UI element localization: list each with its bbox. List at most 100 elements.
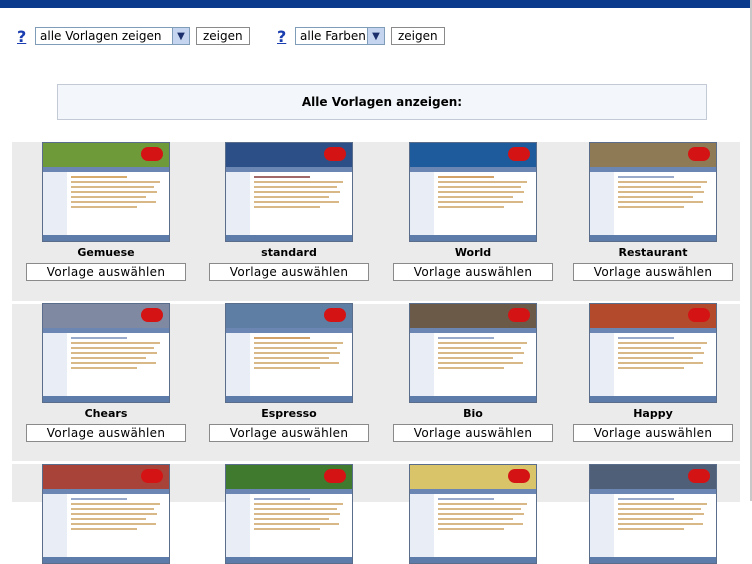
section-banner: Alle Vorlagen anzeigen:: [57, 84, 707, 120]
preview-sidebar: [410, 172, 434, 236]
preview-body: [254, 337, 348, 393]
preview-sidebar: [590, 494, 614, 558]
preview-footer: [226, 557, 352, 563]
template-preview-image[interactable]: [225, 464, 353, 564]
preview-sidebar: [43, 494, 67, 558]
show-templates-button[interactable]: zeigen: [196, 27, 250, 45]
template-name: Espresso: [261, 407, 317, 420]
preview-footer: [226, 396, 352, 402]
template-card: Bio Vorlage auswählen: [388, 303, 558, 442]
choose-template-button[interactable]: Vorlage auswählen: [209, 424, 369, 442]
logo-icon: [508, 469, 530, 483]
preview-sidebar: [410, 494, 434, 558]
preview-body: [618, 498, 712, 554]
preview-sidebar: [410, 333, 434, 397]
preview-body: [254, 176, 348, 232]
template-preview-image[interactable]: [42, 142, 170, 242]
preview-body: [254, 498, 348, 554]
preview-body: [618, 176, 712, 232]
color-select[interactable]: alle Farben ▼: [295, 27, 385, 45]
template-card: Chears Vorlage auswählen: [21, 303, 191, 442]
preview-footer: [590, 235, 716, 241]
template-preview-image[interactable]: [409, 142, 537, 242]
preview-body: [71, 176, 165, 232]
template-name: standard: [261, 246, 317, 259]
preview-sidebar: [226, 333, 250, 397]
logo-icon: [324, 469, 346, 483]
preview-sidebar: [43, 172, 67, 236]
template-preview-image[interactable]: [42, 303, 170, 403]
preview-footer: [43, 396, 169, 402]
template-select[interactable]: alle Vorlagen zeigen ▼: [35, 27, 190, 45]
help-icon[interactable]: ?: [17, 27, 29, 46]
preview-footer: [410, 396, 536, 402]
preview-body: [618, 337, 712, 393]
logo-icon: [141, 469, 163, 483]
template-preview-image[interactable]: [409, 464, 537, 564]
logo-icon: [141, 147, 163, 161]
help-icon[interactable]: ?: [277, 27, 289, 46]
template-card: [21, 464, 191, 564]
choose-template-button[interactable]: Vorlage auswählen: [573, 263, 733, 281]
template-preview-image[interactable]: [225, 303, 353, 403]
template-card: World Vorlage auswählen: [388, 142, 558, 281]
preview-footer: [410, 557, 536, 563]
template-card: standard Vorlage auswählen: [204, 142, 374, 281]
chevron-down-icon[interactable]: ▼: [367, 28, 384, 44]
logo-icon: [508, 308, 530, 322]
choose-template-button[interactable]: Vorlage auswählen: [26, 424, 186, 442]
preview-sidebar: [590, 333, 614, 397]
template-filter: ? alle Vorlagen zeigen ▼ zeigen: [17, 26, 250, 46]
preview-body: [438, 337, 532, 393]
preview-body: [438, 498, 532, 554]
choose-template-button[interactable]: Vorlage auswählen: [209, 263, 369, 281]
preview-body: [438, 176, 532, 232]
show-colors-button[interactable]: zeigen: [391, 27, 445, 45]
template-name: Happy: [633, 407, 673, 420]
template-preview-image[interactable]: [409, 303, 537, 403]
logo-icon: [688, 147, 710, 161]
template-name: World: [454, 246, 492, 259]
preview-footer: [43, 557, 169, 563]
preview-body: [71, 498, 165, 554]
template-name: Restaurant: [618, 246, 688, 259]
banner-title: Alle Vorlagen anzeigen:: [301, 95, 463, 109]
template-card: Restaurant Vorlage auswählen: [568, 142, 738, 281]
template-preview-image[interactable]: [589, 303, 717, 403]
template-name: Bio: [463, 407, 483, 420]
template-name: Gemuese: [77, 246, 135, 259]
preview-footer: [590, 396, 716, 402]
template-card: Happy Vorlage auswählen: [568, 303, 738, 442]
template-card: [204, 464, 374, 564]
choose-template-button[interactable]: Vorlage auswählen: [573, 424, 733, 442]
template-select-value: alle Vorlagen zeigen: [40, 29, 162, 43]
logo-icon: [688, 469, 710, 483]
preview-footer: [226, 235, 352, 241]
preview-sidebar: [590, 172, 614, 236]
choose-template-button[interactable]: Vorlage auswählen: [393, 424, 553, 442]
preview-footer: [410, 235, 536, 241]
template-card: [568, 464, 738, 564]
color-filter: ? alle Farben ▼ zeigen: [277, 26, 445, 46]
color-select-value: alle Farben: [300, 29, 366, 43]
template-card: Gemuese Vorlage auswählen: [21, 142, 191, 281]
preview-sidebar: [226, 494, 250, 558]
template-preview-image[interactable]: [225, 142, 353, 242]
template-card: Espresso Vorlage auswählen: [204, 303, 374, 442]
template-preview-image[interactable]: [42, 464, 170, 564]
preview-footer: [43, 235, 169, 241]
logo-icon: [141, 308, 163, 322]
preview-sidebar: [43, 333, 67, 397]
template-card: [388, 464, 558, 564]
choose-template-button[interactable]: Vorlage auswählen: [26, 263, 186, 281]
chevron-down-icon[interactable]: ▼: [172, 28, 189, 44]
logo-icon: [688, 308, 710, 322]
logo-icon: [508, 147, 530, 161]
preview-body: [71, 337, 165, 393]
template-name: Chears: [84, 407, 128, 420]
template-preview-image[interactable]: [589, 142, 717, 242]
template-preview-image[interactable]: [589, 464, 717, 564]
logo-icon: [324, 147, 346, 161]
preview-footer: [590, 557, 716, 563]
choose-template-button[interactable]: Vorlage auswählen: [393, 263, 553, 281]
